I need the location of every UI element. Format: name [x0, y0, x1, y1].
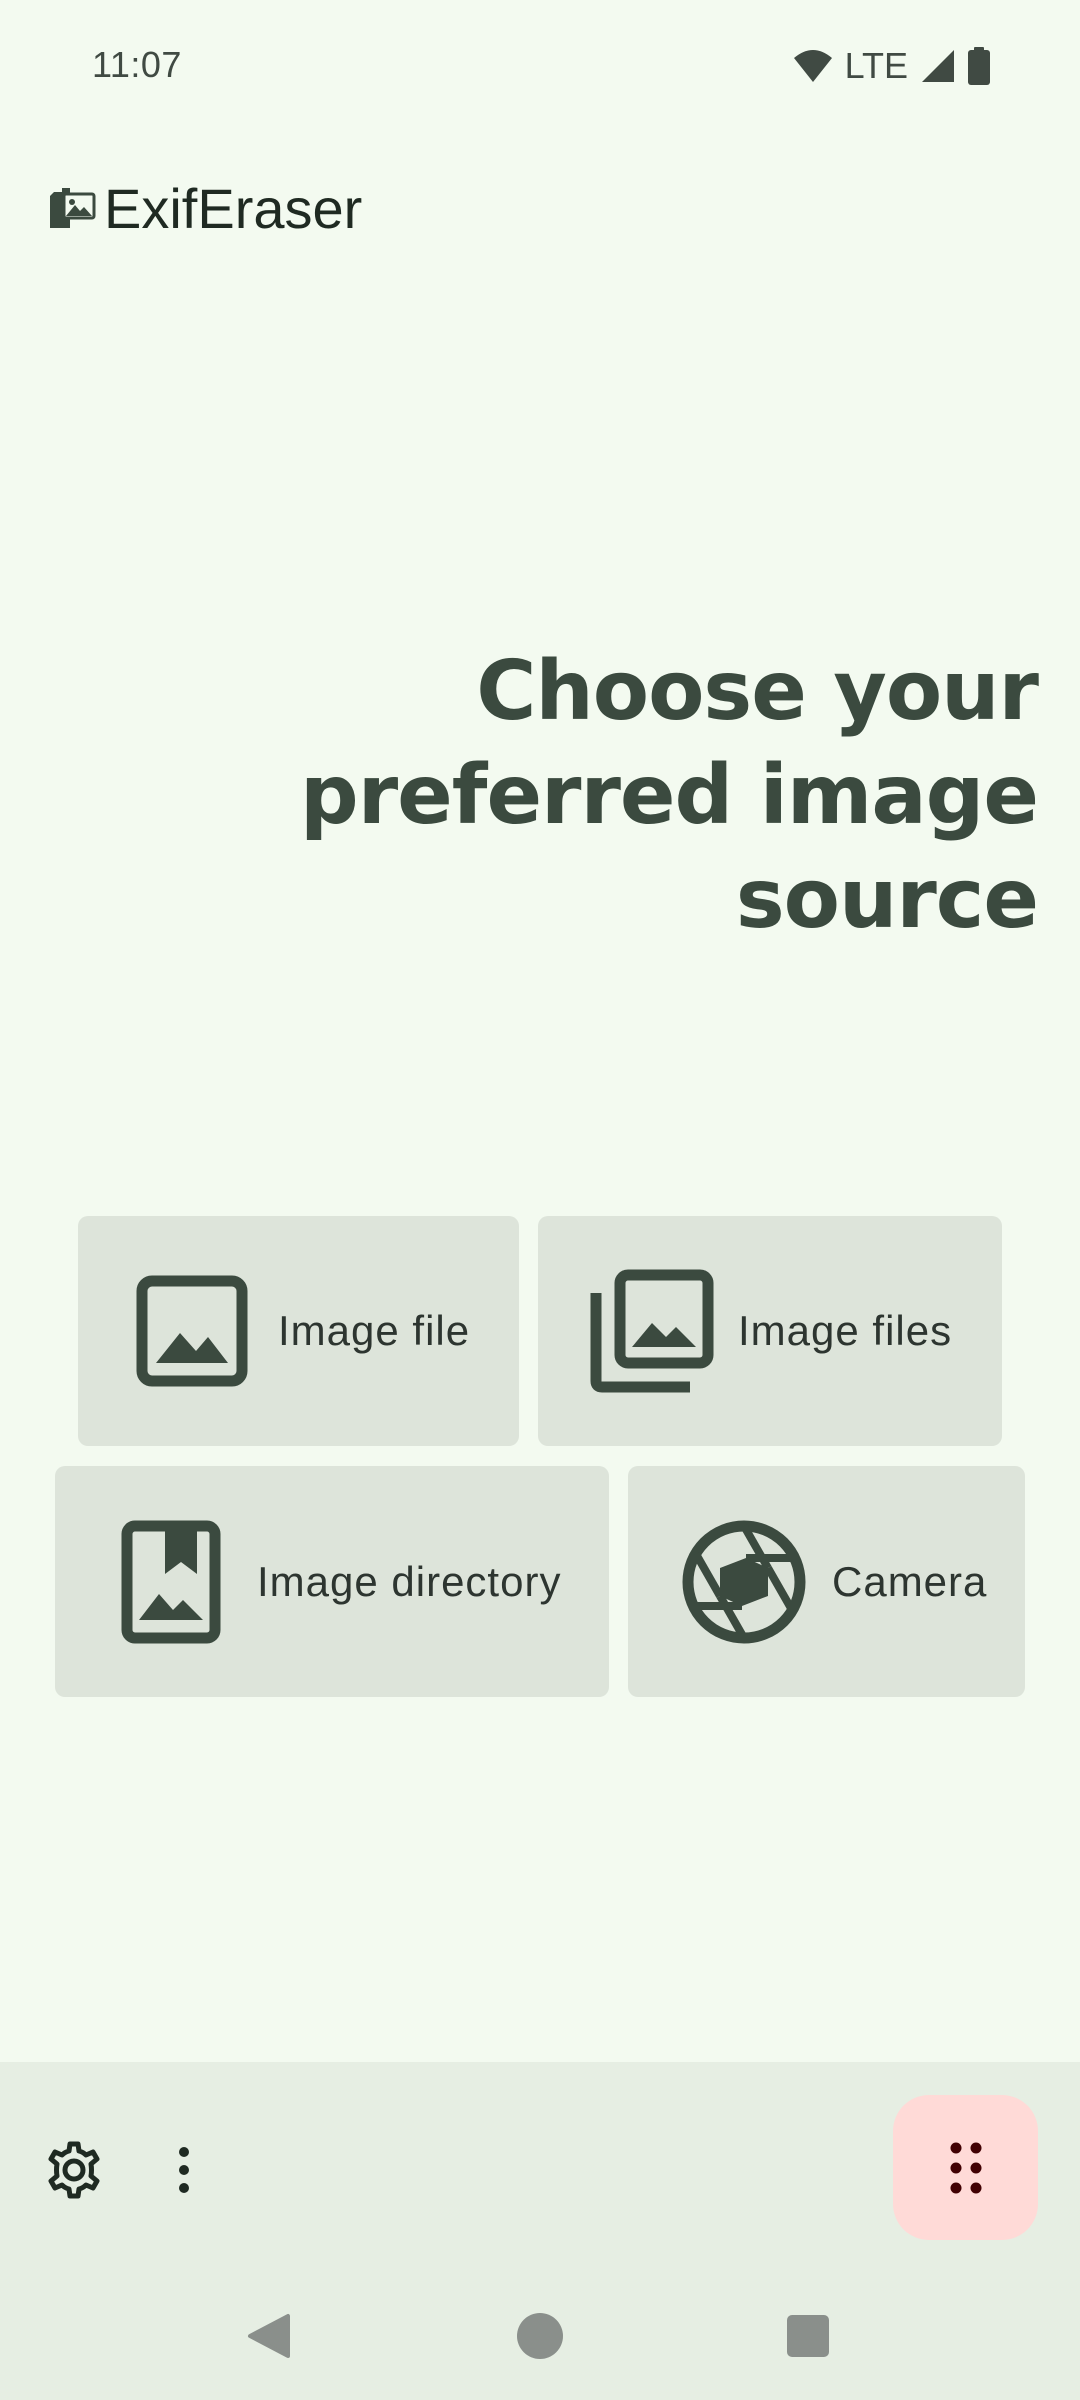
settings-icon[interactable] — [44, 2140, 104, 2200]
camera-button[interactable]: Camera — [628, 1466, 1025, 1697]
app-bar: ExifEraser — [48, 168, 362, 248]
recents-icon[interactable] — [786, 2314, 830, 2358]
status-time: 11:07 — [92, 44, 182, 85]
drag-handle-fab[interactable] — [893, 2095, 1038, 2240]
wifi-icon — [793, 50, 832, 82]
camera-shutter-icon — [682, 1520, 806, 1643]
status-bar: 11:07 LTE — [0, 0, 1080, 132]
drag-handle-icon — [950, 2142, 981, 2193]
back-icon[interactable] — [246, 2312, 294, 2360]
image-folder-icon — [121, 1520, 221, 1643]
network-type: LTE — [844, 45, 908, 86]
image-file-button[interactable]: Image file — [78, 1216, 519, 1446]
battery-icon — [968, 47, 990, 85]
image-files-label: Image files — [738, 1307, 953, 1354]
image-icon — [136, 1275, 248, 1387]
cell-signal-icon — [922, 50, 954, 82]
exif-eraser-logo-icon — [50, 188, 96, 228]
image-stack-icon — [590, 1269, 714, 1393]
image-directory-button[interactable]: Image directory — [55, 1466, 609, 1697]
image-files-button[interactable]: Image files — [538, 1216, 1002, 1446]
more-vert-icon[interactable] — [168, 2140, 200, 2200]
status-icons: LTE — [793, 44, 990, 88]
camera-label: Camera — [832, 1557, 988, 1605]
page-heading: Choose your preferred image source — [300, 644, 1039, 947]
image-directory-label: Image directory — [257, 1557, 562, 1605]
image-file-label: Image file — [278, 1307, 471, 1354]
app-title: ExifEraser — [104, 176, 363, 240]
home-icon[interactable] — [516, 2312, 564, 2360]
